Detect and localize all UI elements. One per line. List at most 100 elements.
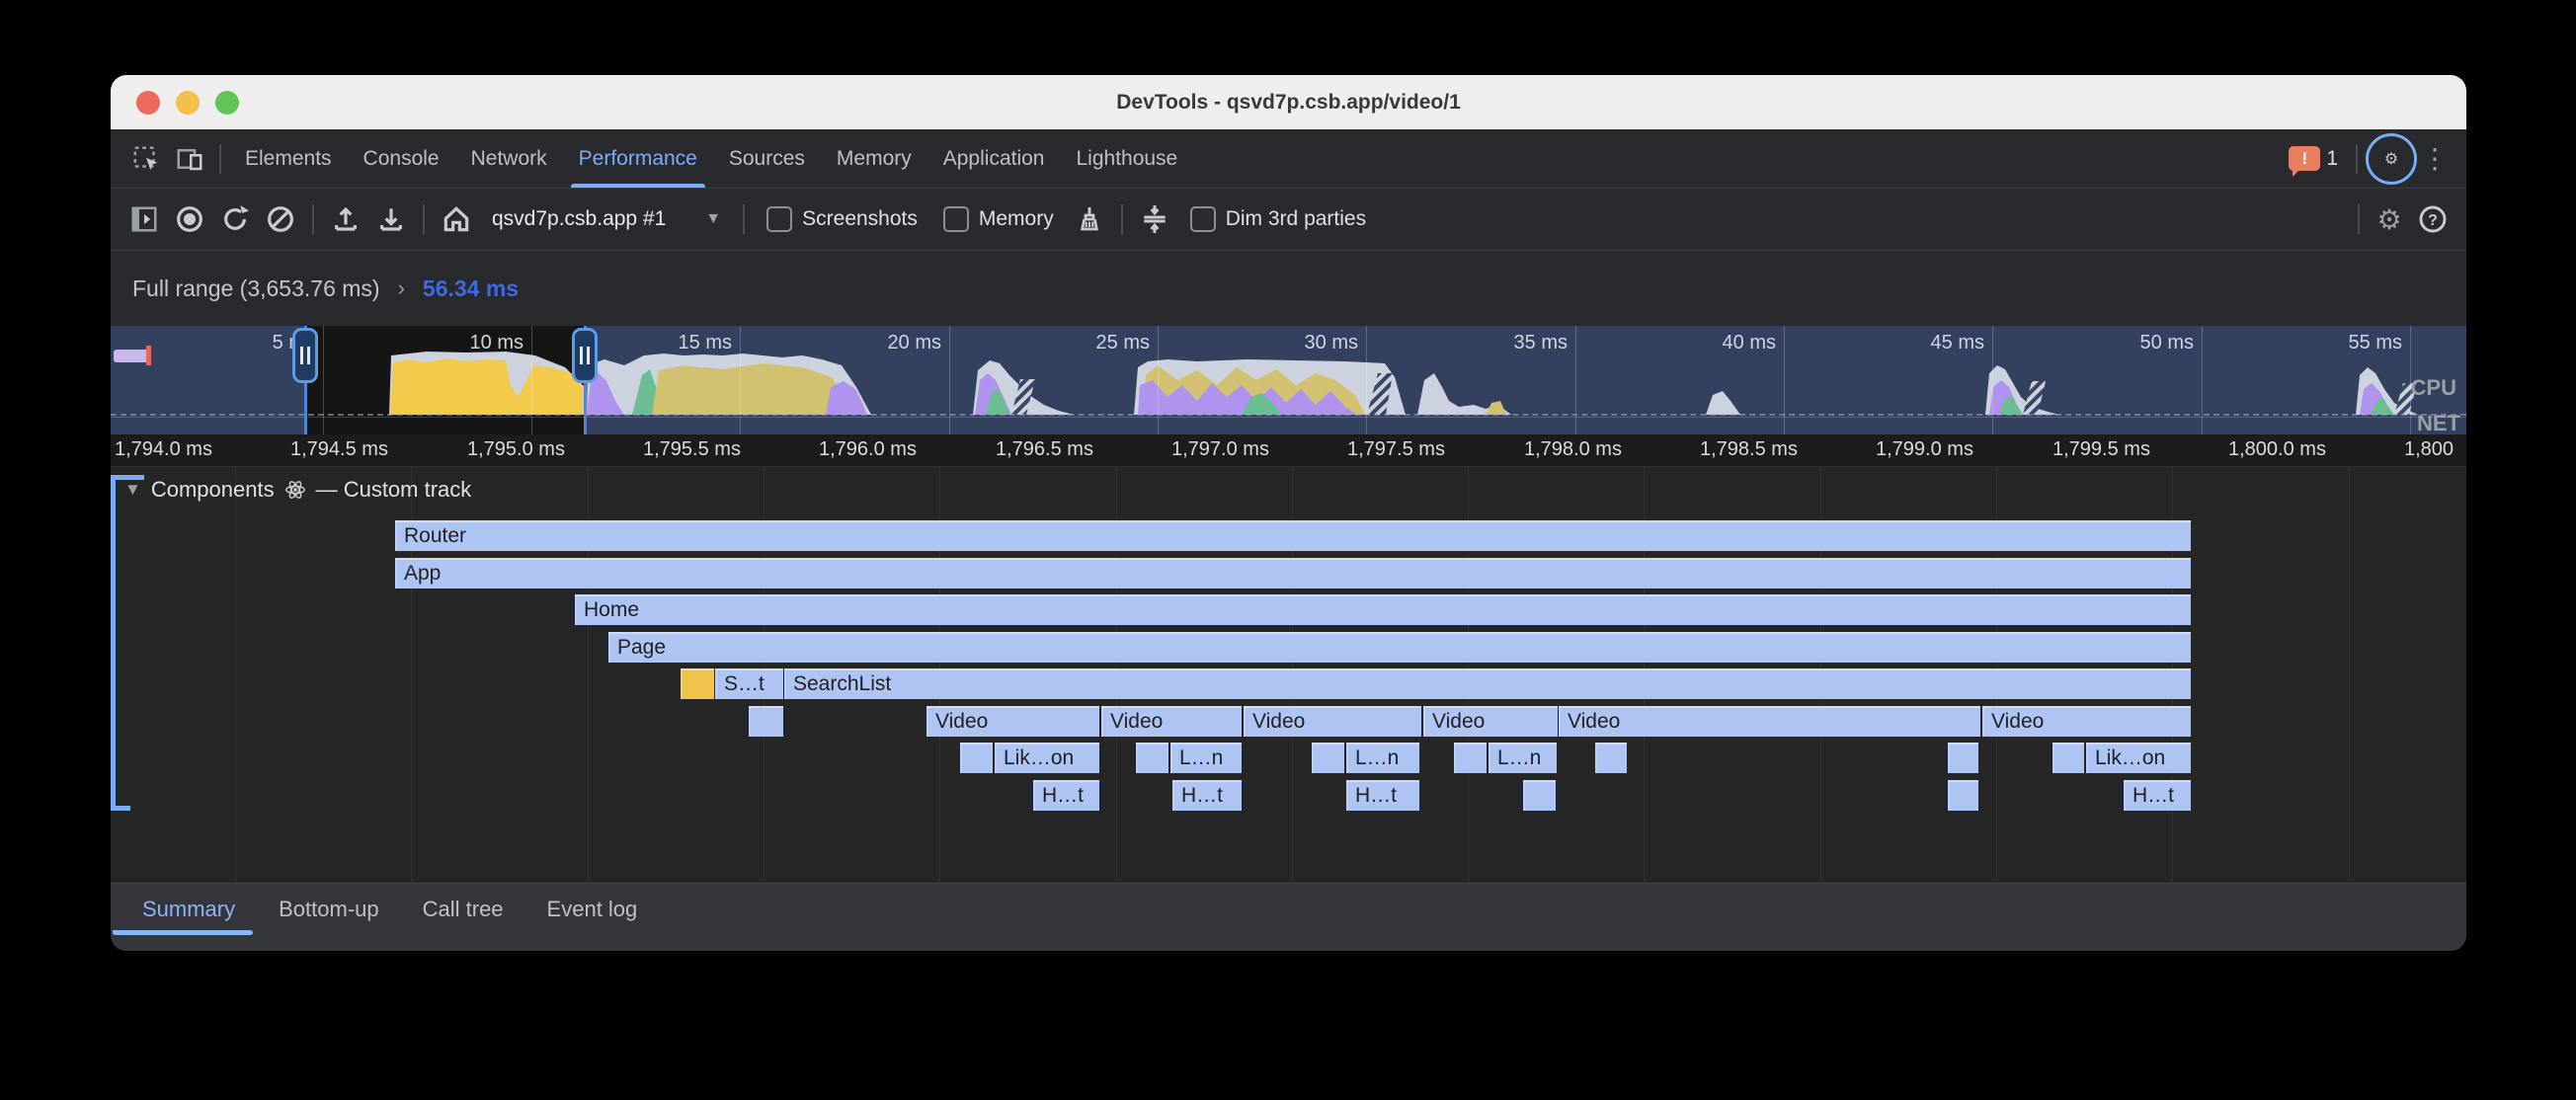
track-gridline [2349,467,2350,883]
checkbox-box [1190,206,1216,232]
time-axis-label: 1,795.0 ms [467,438,565,461]
tab-sources[interactable]: Sources [713,130,821,188]
flame-bar-ht[interactable]: H…t [1033,780,1099,811]
divider [743,204,745,234]
selection-right-handle[interactable] [572,328,598,383]
network-request-bar [114,350,149,362]
flame-bar-router[interactable]: Router [395,520,2191,551]
tab-application[interactable]: Application [927,130,1061,188]
details-tab-bottom-up[interactable]: Bottom-up [257,884,401,935]
details-tab-summary[interactable]: Summary [121,884,257,935]
screenshots-checkbox[interactable]: Screenshots [755,206,929,232]
flame-bar-st[interactable]: S…t [715,668,783,699]
flame-bar[interactable] [681,668,714,699]
flame-bar-app[interactable]: App [395,558,2191,589]
tab-lighthouse[interactable]: Lighthouse [1060,130,1193,188]
flame-bar-ln[interactable]: L…n [1346,743,1419,773]
flame-bar[interactable] [1595,743,1627,773]
tab-network[interactable]: Network [455,130,563,188]
help-icon[interactable]: ? [2411,197,2455,241]
inspect-element-icon[interactable] [124,137,168,181]
memory-checkbox[interactable]: Memory [931,206,1066,232]
flame-bar-video[interactable]: Video [1982,706,2191,737]
time-axis-label: 1,797.5 ms [1347,438,1445,461]
flame-bar-likon[interactable]: Lik…on [995,743,1099,773]
target-selector[interactable]: qsvd7p.csb.app #1 ▼ [480,207,733,231]
divider [2356,144,2358,174]
flame-bar-ht[interactable]: H…t [2124,780,2191,811]
issues-badge[interactable]: ! 1 [2289,146,2338,171]
flame-bar-video[interactable]: Video [926,706,1099,737]
record-and-reload-icon[interactable] [213,197,257,241]
close-window-button[interactable] [136,91,160,115]
flame-bar-searchlist[interactable]: SearchList [784,668,2191,699]
issue-warning-icon: ! [2289,146,2320,171]
breadcrumb-selection[interactable]: 56.34 ms [423,275,519,302]
time-axis-label: 1,800 [2404,438,2454,461]
time-axis-label: 1,800.0 ms [2228,438,2326,461]
custom-track-header[interactable]: ▼ Components — Custom track [124,477,471,503]
throttling-icon[interactable] [1133,197,1176,241]
flame-bar-home[interactable]: Home [575,594,2191,625]
flame-bar-video[interactable]: Video [1244,706,1421,737]
flame-bar[interactable] [1948,780,1978,811]
settings-icon[interactable]: ⚙ [2366,133,2417,185]
timeline-overview[interactable]: 5 ms10 ms15 ms20 ms25 ms30 ms35 ms40 ms4… [111,326,2466,434]
flame-bar[interactable] [749,706,783,737]
capture-settings-gear-icon[interactable]: ⚙ [2368,197,2411,241]
flame-bar-ht[interactable]: H…t [1172,780,1242,811]
zoom-window-button[interactable] [215,91,239,115]
time-axis-label: 1,799.0 ms [1876,438,1973,461]
flame-bar[interactable] [1948,743,1978,773]
breadcrumb-full-range[interactable]: Full range (3,653.76 ms) [132,275,380,302]
toggle-sidebar-icon[interactable] [122,197,166,241]
load-profile-icon[interactable] [324,197,367,241]
minimize-window-button[interactable] [176,91,200,115]
flame-bar-video[interactable]: Video [1423,706,1558,737]
ruler-label: 55 ms [2349,332,2410,354]
ruler-label: 45 ms [1931,332,1992,354]
screenshots-label: Screenshots [802,207,918,231]
tab-console[interactable]: Console [348,130,455,188]
details-tab-call-tree[interactable]: Call tree [401,884,525,935]
flame-bar[interactable] [1312,743,1344,773]
flame-bar-likon[interactable]: Lik…on [2086,743,2191,773]
flame-bar[interactable] [1136,743,1168,773]
network-error-marker [146,346,151,365]
range-breadcrumb: Full range (3,653.76 ms) › 56.34 ms [111,251,2466,326]
flame-bar-video[interactable]: Video [1101,706,1242,737]
ruler-label: 20 ms [888,332,949,354]
selection-left-handle[interactable] [292,328,318,383]
flame-bar-video[interactable]: Video [1559,706,1980,737]
net-lane-label: NET [2417,411,2460,434]
tab-memory[interactable]: Memory [821,130,927,188]
live-metrics-home-icon[interactable] [435,197,478,241]
network-lane-divider [111,417,2466,418]
flame-bar-ln[interactable]: L…n [1170,743,1242,773]
collapse-triangle-icon[interactable]: ▼ [124,480,141,500]
tab-elements[interactable]: Elements [229,130,348,188]
flame-bar-page[interactable]: Page [608,632,2191,663]
dim-3rd-parties-checkbox[interactable]: Dim 3rd parties [1178,206,1378,232]
divider [423,204,425,234]
react-atom-icon [284,479,306,501]
time-axis-label: 1,794.0 ms [115,438,212,461]
details-tab-event-log[interactable]: Event log [525,884,660,935]
clear-icon[interactable] [259,197,302,241]
save-profile-icon[interactable] [369,197,413,241]
flame-bar[interactable] [1523,780,1556,811]
flame-bar[interactable] [1454,743,1487,773]
flame-bar-ln[interactable]: L…n [1489,743,1557,773]
flame-bar[interactable] [2053,743,2084,773]
time-axis-label: 1,797.0 ms [1171,438,1269,461]
record-icon[interactable] [168,197,211,241]
device-toolbar-icon[interactable] [168,137,211,181]
collect-garbage-icon[interactable] [1068,197,1111,241]
flame-chart-area[interactable]: ▼ Components — Custom track Router App Hom… [111,467,2466,883]
ruler-gridline [531,326,532,434]
divider [219,144,221,174]
tab-performance[interactable]: Performance [563,130,713,188]
more-options-icon[interactable]: ⋮ [2417,142,2453,175]
flame-bar-ht[interactable]: H…t [1346,780,1419,811]
flame-bar[interactable] [960,743,993,773]
